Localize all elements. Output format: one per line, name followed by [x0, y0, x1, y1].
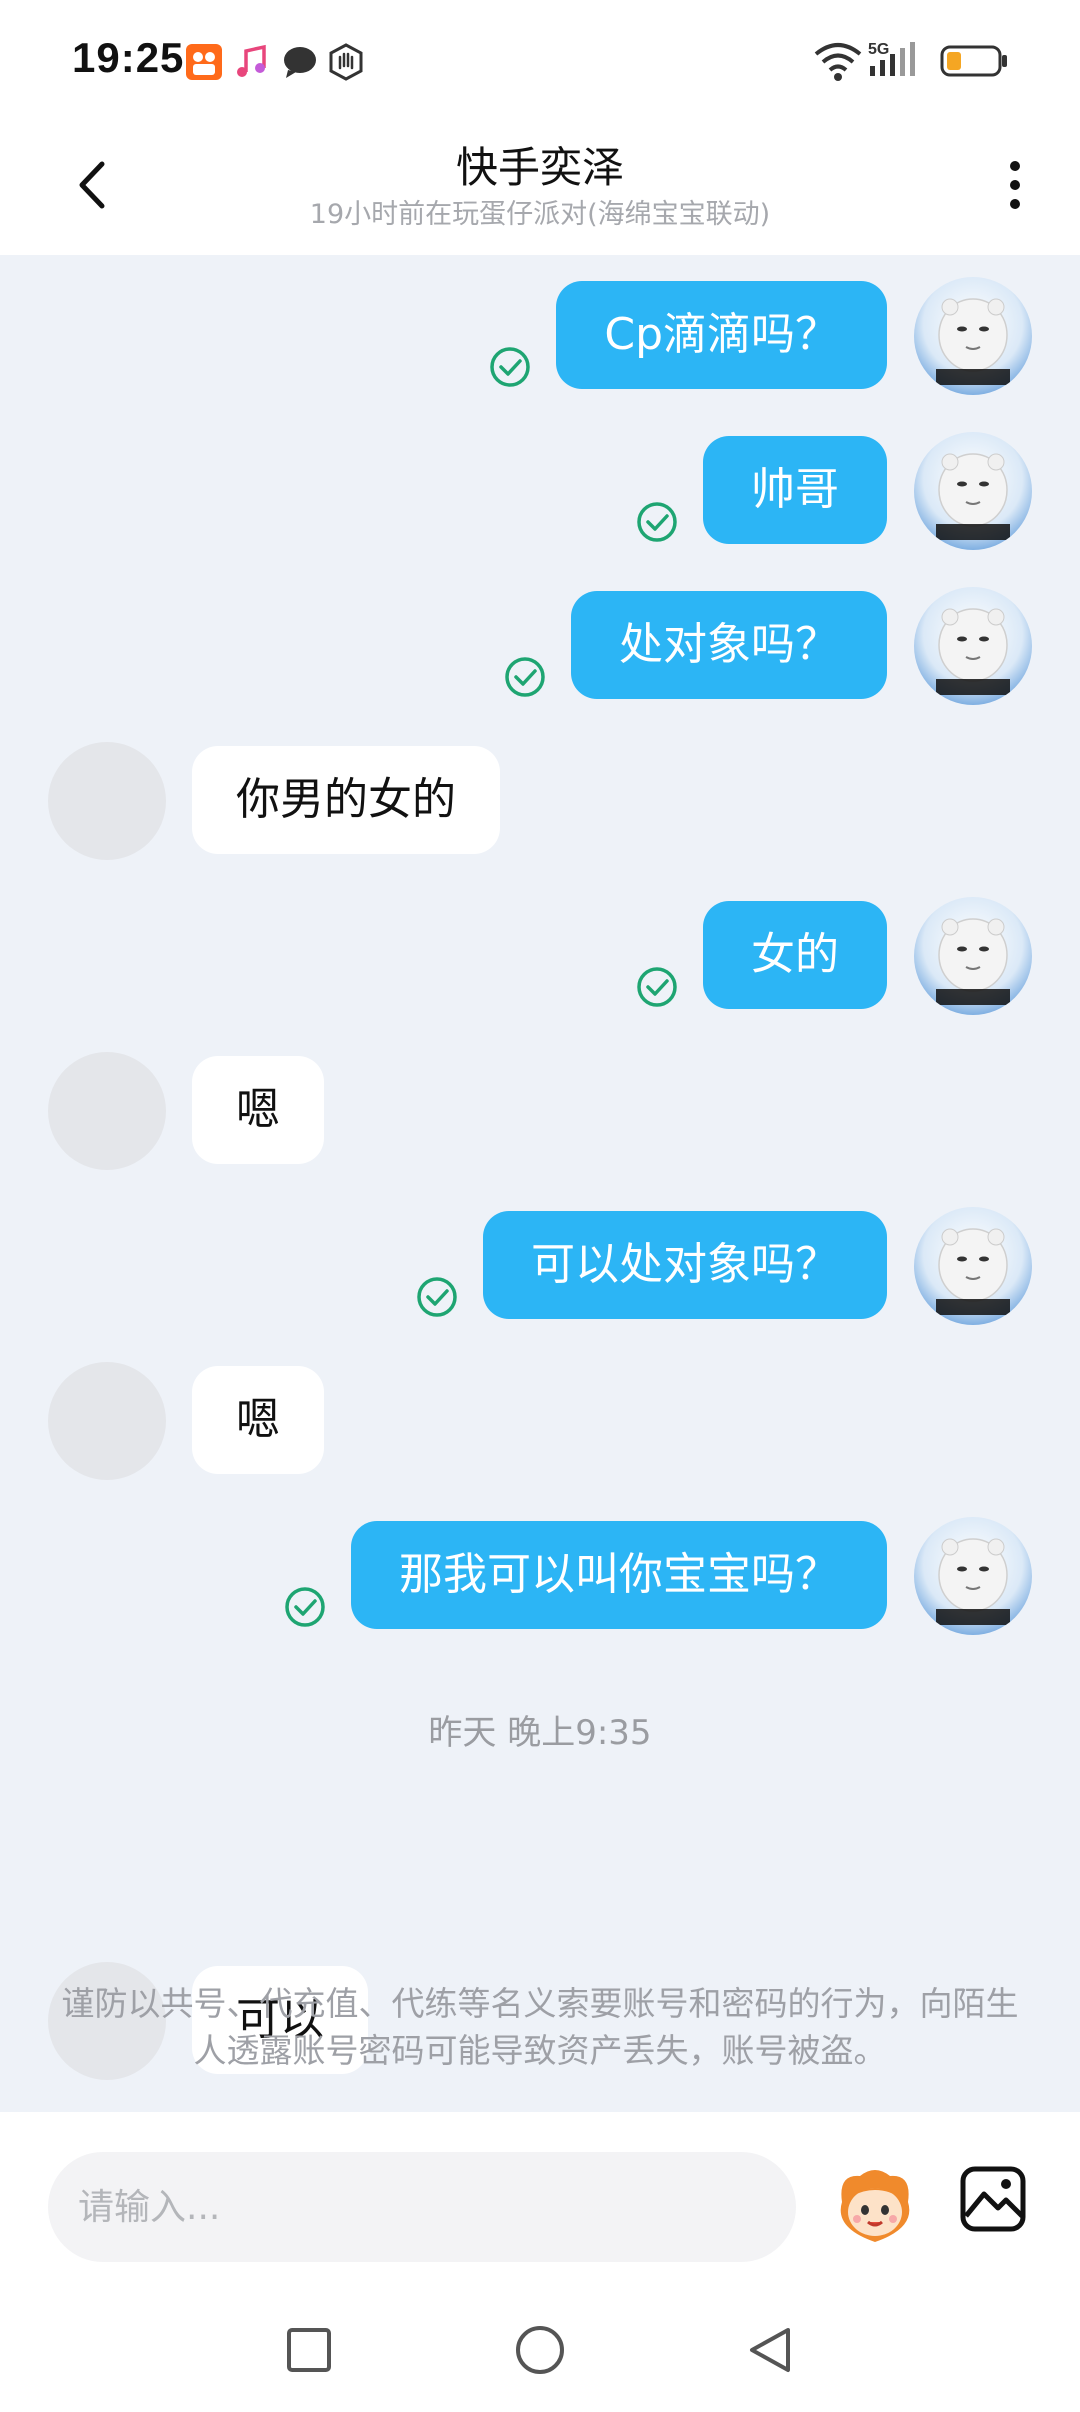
- square-icon: [287, 2328, 331, 2372]
- back-nav-button[interactable]: [742, 2322, 798, 2378]
- message-row-received: 嗯: [0, 1352, 1080, 1480]
- contact-avatar[interactable]: [48, 742, 166, 860]
- image-icon: [960, 2166, 1026, 2232]
- chat-icon: [280, 42, 320, 82]
- my-avatar[interactable]: [914, 277, 1032, 395]
- message-row-sent: 帅哥: [0, 422, 1080, 550]
- chat-header: 快手奕泽 19小时前在玩蛋仔派对(海绵宝宝联动): [0, 120, 1080, 255]
- message-bubble-sent[interactable]: 那我可以叫你宝宝吗？: [351, 1521, 887, 1629]
- read-check-icon: [283, 1585, 327, 1629]
- read-check-icon: [503, 655, 547, 699]
- triangle-back-icon: [750, 2328, 790, 2372]
- message-row-sent: Cp滴滴吗？: [0, 267, 1080, 395]
- contact-avatar[interactable]: [48, 1052, 166, 1170]
- read-check-icon: [635, 500, 679, 544]
- read-check-icon: [488, 345, 532, 389]
- message-row-sent: 那我可以叫你宝宝吗？: [0, 1507, 1080, 1635]
- message-row-received: 嗯: [0, 1042, 1080, 1170]
- svg-text:5G: 5G: [868, 41, 889, 58]
- status-bar: 19:25 5G: [0, 0, 1080, 120]
- message-bubble-received[interactable]: 嗯: [192, 1366, 324, 1474]
- message-bubble-sent[interactable]: 帅哥: [703, 436, 887, 544]
- read-check-icon: [635, 965, 679, 1009]
- message-row-sent: 处对象吗？: [0, 577, 1080, 705]
- message-bubble-sent[interactable]: 处对象吗？: [571, 591, 887, 699]
- message-bubble-sent[interactable]: Cp滴滴吗？: [556, 281, 887, 389]
- emoji-button[interactable]: [830, 2162, 920, 2252]
- page-title[interactable]: 快手奕泽: [0, 134, 1080, 195]
- message-row-sent: 女的: [0, 887, 1080, 1015]
- signal-icon: 5G: [866, 38, 926, 86]
- recents-button[interactable]: [281, 2322, 337, 2378]
- message-input[interactable]: [48, 2152, 796, 2262]
- security-notice: 谨防以共号、代充值、代练等名义索要账号和密码的行为，向陌生人透露账号密码可能导致…: [61, 1984, 1019, 2070]
- more-options-button[interactable]: [995, 150, 1035, 220]
- my-avatar[interactable]: [914, 1517, 1032, 1635]
- more-vertical-icon: [1010, 161, 1020, 209]
- status-time: 19:25: [72, 34, 185, 81]
- message-row-received: 你男的女的: [0, 732, 1080, 860]
- message-bubble-received[interactable]: 你男的女的: [192, 746, 500, 854]
- my-avatar[interactable]: [914, 897, 1032, 1015]
- read-check-icon: [415, 1275, 459, 1319]
- message-timestamp: 昨天 晚上9:35: [428, 1713, 652, 1753]
- input-bar: [0, 2112, 1080, 2282]
- home-button[interactable]: [512, 2322, 568, 2378]
- message-bubble-received[interactable]: 嗯: [192, 1056, 324, 1164]
- contact-avatar[interactable]: [48, 1362, 166, 1480]
- message-bubble-sent[interactable]: 可以处对象吗？: [483, 1211, 887, 1319]
- kuaishou-app-icon: [184, 42, 224, 82]
- music-icon: [232, 42, 272, 82]
- message-list[interactable]: Cp滴滴吗？ 帅哥 处对象吗？ 你男的女的 女的嗯可以处对象吗？嗯那我可以叫你宝宝吗？可…: [0, 255, 1080, 2110]
- wifi-icon: [812, 40, 864, 86]
- hand-icon: [326, 42, 366, 82]
- circle-icon: [516, 2326, 564, 2374]
- image-button[interactable]: [958, 2164, 1028, 2234]
- user-status-text: 19小时前在玩蛋仔派对(海绵宝宝联动): [309, 199, 771, 230]
- message-row-sent: 可以处对象吗？: [0, 1197, 1080, 1325]
- battery-icon: [940, 44, 1010, 82]
- message-bubble-sent[interactable]: 女的: [703, 901, 887, 1009]
- my-avatar[interactable]: [914, 587, 1032, 705]
- system-nav-bar: [0, 2282, 1080, 2412]
- my-avatar[interactable]: [914, 432, 1032, 550]
- my-avatar[interactable]: [914, 1207, 1032, 1325]
- mascot-emoji-icon: [840, 2170, 910, 2242]
